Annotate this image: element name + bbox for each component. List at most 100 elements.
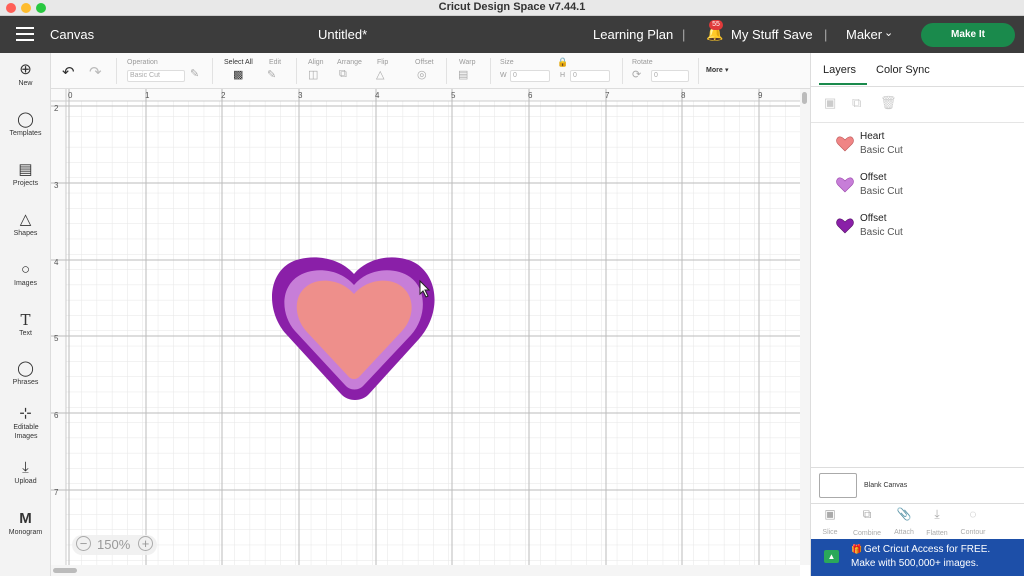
flip-icon[interactable]: △ — [376, 68, 384, 81]
zoom-out-icon[interactable]: − — [76, 536, 91, 551]
flatten-icon: ⤓ — [934, 507, 940, 521]
cricut-access-promo[interactable]: ▲ 🎁 Get Cricut Access for FREE. Make wit… — [811, 539, 1024, 576]
ruler-left-6: 6 — [54, 411, 59, 420]
contour-icon: ◌ — [969, 507, 977, 521]
align-icon[interactable]: ◫ — [308, 68, 318, 81]
promo-badge-icon: ▲ — [824, 550, 839, 563]
operation-select[interactable]: Basic Cut — [127, 70, 185, 82]
sidebar-item-text[interactable]: T Text — [0, 311, 51, 338]
hamburger-menu-icon[interactable] — [16, 27, 34, 41]
more-button[interactable]: More — [706, 67, 723, 74]
redo-icon[interactable]: ↷ — [89, 63, 102, 81]
layer-item[interactable]: Heart Basic Cut — [811, 128, 1024, 166]
ruler-top-6: 6 — [528, 91, 533, 100]
height-input[interactable]: 0 — [570, 70, 610, 82]
caret-down-icon[interactable]: ▾ — [725, 66, 729, 74]
gift-icon: 🎁 — [851, 544, 863, 554]
design-canvas[interactable]: 0 1 2 3 4 5 6 7 8 9 2 3 4 5 6 7 − 150% + — [51, 89, 800, 565]
rotate-icon[interactable]: ⟳ — [632, 68, 641, 81]
operation-value: Basic Cut — [130, 72, 160, 79]
vertical-scrollbar[interactable] — [800, 89, 810, 565]
app-header: Canvas Untitled* Learning Plan | 🔔 55 My… — [0, 16, 1024, 53]
slice-button[interactable]: ▣ Slice — [817, 507, 843, 539]
width-input[interactable]: 0 — [510, 70, 550, 82]
ruler-left-5: 5 — [54, 334, 59, 343]
plus-circle-icon: ⊕ — [19, 61, 32, 78]
save-button[interactable]: Save — [783, 27, 813, 42]
attach-button[interactable]: 📎 Attach — [891, 507, 917, 539]
layers-panel: Layers Color Sync ▣ ⧉ 🗑 Heart Basic Cut … — [810, 53, 1024, 576]
arrange-icon[interactable]: ⧉ — [339, 68, 347, 81]
machine-select[interactable]: Maker — [846, 27, 882, 42]
vertical-scroll-thumb[interactable] — [802, 92, 807, 104]
flatten-button[interactable]: ⤓ Flatten — [922, 507, 952, 540]
shapes-icon: △ — [19, 211, 32, 228]
undo-icon[interactable]: ↶ — [62, 63, 75, 81]
ruler-top-8: 8 — [681, 91, 686, 100]
header-divider-2: | — [824, 27, 828, 42]
sidebar-item-label: Shapes — [13, 230, 38, 237]
sidebar-item-upload[interactable]: ⤓ Upload — [0, 459, 51, 486]
clipboard-icon: ▤ — [18, 161, 33, 178]
tab-layers[interactable]: Layers — [823, 64, 856, 76]
sidebar-item-new[interactable]: ⊕ New — [0, 61, 51, 88]
make-it-button[interactable]: Make It — [921, 23, 1015, 47]
lock-icon[interactable]: 🔒 — [557, 57, 568, 68]
horizontal-scroll-thumb[interactable] — [53, 568, 77, 573]
contour-button[interactable]: ◌ Contour — [956, 507, 990, 539]
sidebar-item-phrases[interactable]: ◯ Phrases — [0, 360, 51, 387]
combine-icon: ⧉ — [862, 507, 872, 521]
action-label: Attach — [894, 529, 914, 536]
combine-button[interactable]: ⧉ Combine — [849, 507, 885, 540]
duplicate-icon[interactable]: ⧉ — [852, 95, 861, 111]
layer-name: Offset — [860, 213, 887, 224]
heart-swatch-icon — [836, 218, 854, 234]
offset-icon[interactable]: ◎ — [417, 68, 427, 81]
document-title[interactable]: Untitled* — [318, 27, 367, 42]
blank-canvas-swatch[interactable] — [819, 473, 857, 498]
tab-color-sync[interactable]: Color Sync — [876, 64, 930, 76]
sidebar-item-monogram[interactable]: M Monogram — [0, 510, 51, 537]
offset-label: Offset — [415, 59, 434, 66]
warp-icon[interactable]: ▤ — [458, 68, 468, 81]
pen-icon[interactable]: ✎ — [190, 67, 199, 80]
sidebar-item-templates[interactable]: ◯ Templates — [0, 111, 51, 138]
promo-line-1: Get Cricut Access for FREE. — [864, 544, 991, 555]
sidebar-item-shapes[interactable]: △ Shapes — [0, 211, 51, 238]
layer-item[interactable]: Offset Basic Cut — [811, 169, 1024, 207]
layer-item[interactable]: Offset Basic Cut — [811, 210, 1024, 248]
top-ruler — [51, 89, 800, 101]
edit-icon[interactable]: ✎ — [267, 68, 276, 81]
edit-toolbar: ↶ ↷ Operation Basic Cut ✎ Select All ▩ E… — [0, 53, 810, 89]
operation-label: Operation — [127, 59, 158, 66]
ruler-top-4: 4 — [375, 91, 380, 100]
rotate-value: 0 — [654, 72, 658, 79]
width-label: W — [500, 72, 507, 79]
select-all-label[interactable]: Select All — [224, 59, 253, 66]
rotate-input[interactable]: 0 — [651, 70, 689, 82]
my-stuff-link[interactable]: My Stuff — [731, 27, 778, 42]
blank-canvas-label: Blank Canvas — [864, 482, 908, 489]
horizontal-scrollbar[interactable] — [51, 565, 800, 576]
zoom-in-icon[interactable]: + — [138, 536, 153, 551]
delete-icon[interactable]: 🗑 — [880, 95, 897, 111]
select-all-icon[interactable]: ▩ — [233, 68, 243, 81]
ruler-top-3: 3 — [298, 91, 303, 100]
ruler-left-7: 7 — [54, 488, 59, 497]
rotate-label: Rotate — [632, 59, 653, 66]
action-label: Flatten — [926, 530, 948, 537]
layer-operation: Basic Cut — [860, 186, 903, 197]
warp-label: Warp — [459, 59, 476, 66]
app-window: Cricut Design Space v7.44.1 Canvas Untit… — [0, 0, 1024, 576]
sidebar-item-images[interactable]: ○ Images — [0, 261, 51, 288]
ruler-left-4: 4 — [54, 258, 59, 267]
group-icon[interactable]: ▣ — [824, 95, 836, 111]
sidebar-item-editable-images[interactable]: ⊹ Editable Images — [0, 405, 51, 441]
sidebar-item-projects[interactable]: ▤ Projects — [0, 161, 51, 188]
notification-badge: 55 — [709, 20, 723, 30]
chevron-down-icon[interactable]: ⌄ — [884, 26, 893, 39]
learning-plan-link[interactable]: Learning Plan — [593, 27, 673, 42]
toolbar-separator — [698, 58, 699, 84]
upload-icon: ⤓ — [22, 459, 29, 476]
sidebar-item-label: Phrases — [12, 379, 39, 386]
